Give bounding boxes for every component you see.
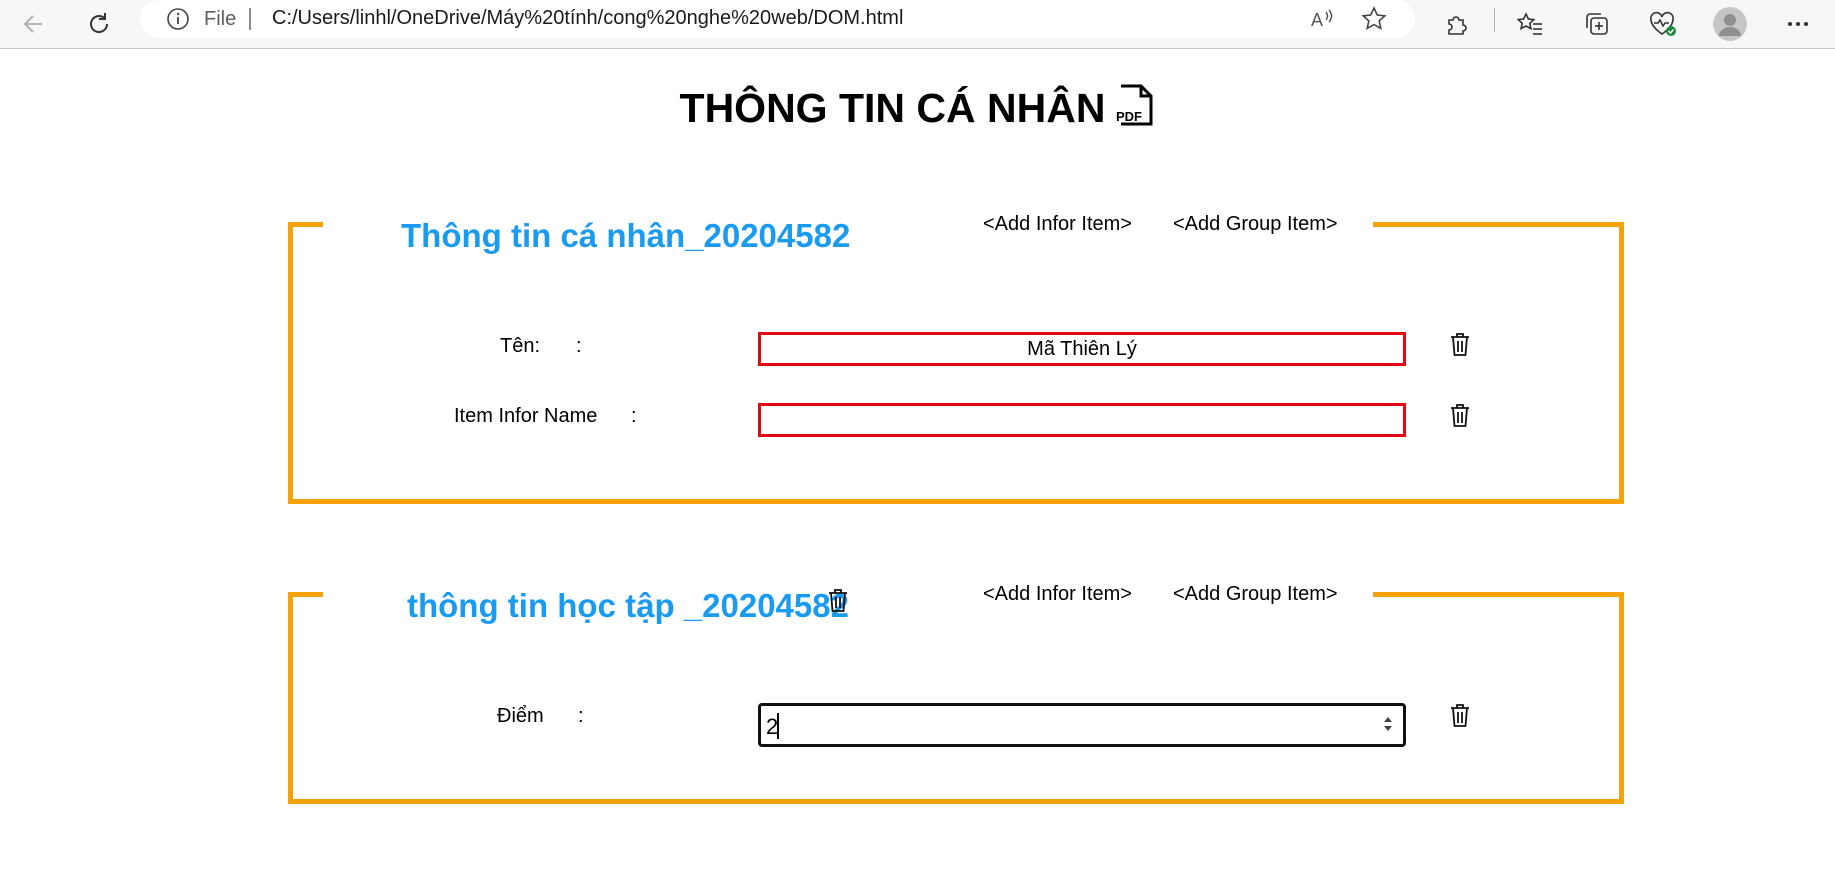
profile-avatar[interactable] <box>1710 4 1750 44</box>
toolbar-divider <box>1494 8 1495 32</box>
more-menu-icon[interactable] <box>1778 4 1818 44</box>
svg-text:A: A <box>1311 10 1323 30</box>
delete-item-trash-icon[interactable] <box>1448 701 1472 734</box>
page-title: THÔNG TIN CÁ NHÂN <box>679 85 1106 131</box>
item-infor-name-input[interactable] <box>758 403 1406 437</box>
delete-item-trash-icon[interactable] <box>1448 401 1472 434</box>
add-infor-item-button[interactable]: <Add Infor Item> <box>983 213 1132 236</box>
item-label-ten: Tên: <box>500 335 541 357</box>
page-heading: THÔNG TIN CÁ NHÂN PDF <box>0 82 1835 138</box>
pdf-icon-label: PDF <box>1116 109 1142 124</box>
ten-input[interactable]: Mã Thiên Lý <box>758 332 1406 366</box>
delete-item-trash-icon[interactable] <box>1448 330 1472 363</box>
collections-icon[interactable] <box>1577 4 1617 44</box>
item-colon: : <box>631 405 637 427</box>
browser-essentials-icon[interactable] <box>1643 4 1683 44</box>
text-caret <box>777 713 779 739</box>
item-colon: : <box>578 705 584 727</box>
group-actions: <Add Infor Item> <Add Group Item> <box>293 213 1619 243</box>
info-icon[interactable] <box>166 7 190 36</box>
browser-toolbar: File C:/Users/linhl/OneDrive/Máy%20tính/… <box>0 0 1835 49</box>
favorite-star-icon[interactable] <box>1361 6 1387 37</box>
number-spinner-icon[interactable] <box>1381 713 1395 741</box>
info-group-personal: Thông tin cá nhân_20204582 <Add Infor It… <box>288 213 1624 504</box>
item-label-infor-name: Item Infor Name <box>454 405 598 427</box>
group-actions: <Add Infor Item> <Add Group Item> <box>293 583 1619 613</box>
favorites-icon[interactable] <box>1510 4 1550 44</box>
back-icon[interactable] <box>14 4 54 44</box>
address-bar[interactable]: File C:/Users/linhl/OneDrive/Máy%20tính/… <box>140 0 1415 38</box>
add-group-item-button[interactable]: <Add Group Item> <box>1173 213 1338 236</box>
diem-number-input[interactable]: 2 <box>758 703 1406 747</box>
file-scheme-label: File <box>204 8 237 30</box>
item-colon: : <box>576 335 582 357</box>
item-label-diem: Điểm <box>497 705 544 727</box>
add-infor-item-button[interactable]: <Add Infor Item> <box>983 583 1132 606</box>
read-aloud-icon[interactable]: A <box>1310 7 1336 36</box>
add-group-item-button[interactable]: <Add Group Item> <box>1173 583 1338 606</box>
info-group-study: thông tin học tập _20204582 <Add Infor I… <box>288 583 1624 804</box>
pdf-file-icon[interactable]: PDF <box>1115 82 1155 138</box>
refresh-icon[interactable] <box>79 4 119 44</box>
url-text[interactable]: C:/Users/linhl/OneDrive/Máy%20tính/cong%… <box>272 7 903 30</box>
extensions-icon[interactable] <box>1437 4 1477 44</box>
address-divider <box>249 8 251 30</box>
